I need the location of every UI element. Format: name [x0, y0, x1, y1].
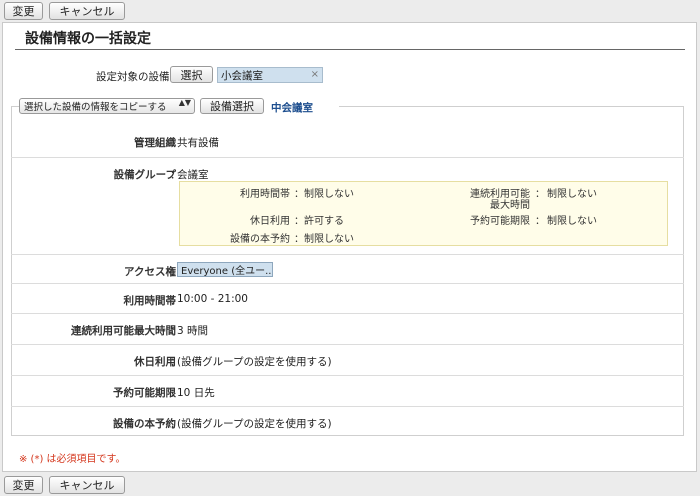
selected-facility-name: 小会議室	[221, 69, 263, 82]
gd-max-sep: ：	[535, 189, 545, 200]
gd-period-sep: ：	[535, 216, 545, 227]
change-button-top[interactable]: 変更	[4, 2, 43, 20]
gd-holiday-value: 許可する	[304, 216, 344, 227]
gd-max-value: 制限しない	[547, 189, 597, 200]
hours-label: 利用時間帯	[123, 295, 177, 307]
maxtime-row: 連続利用可能最大時間 ： 3 時間	[11, 314, 684, 345]
title-divider	[15, 49, 685, 50]
required-note: ※ (*) は必須項目です。	[19, 454, 126, 465]
tentative-label: 設備の本予約	[113, 418, 176, 430]
selected-facility-chip: 小会議室 ×	[217, 67, 323, 83]
cancel-button-top[interactable]: キャンセル	[49, 2, 125, 20]
holiday-value: (設備グループの設定を使用する)	[177, 356, 332, 368]
group-value: 会議室	[177, 169, 209, 181]
gd-tentative-label: 設備の本予約	[230, 234, 290, 245]
gd-hours-sep: ：	[294, 189, 304, 200]
gd-hours-value: 制限しない	[304, 189, 354, 200]
org-value: 共有設備	[177, 137, 219, 149]
hours-row: 利用時間帯 ： 10:00 - 21:00	[11, 284, 684, 314]
gd-max-label-2: 最大時間	[490, 200, 530, 211]
main-panel: 設備情報の一括設定 設定対象の設備(*) ： 選択 小会議室 × 選択した設備の…	[2, 22, 697, 472]
gd-tentative-value: 制限しない	[304, 234, 354, 245]
access-row: アクセス権 ：	[11, 255, 684, 284]
gd-period-value: 制限しない	[547, 216, 597, 227]
maxtime-label: 連続利用可能最大時間	[71, 325, 176, 337]
select-facility-button[interactable]: 選択	[170, 66, 213, 83]
gd-period-label: 予約可能期限	[470, 216, 530, 227]
remove-chip-icon[interactable]: ×	[311, 69, 319, 80]
facility-select-button[interactable]: 設備選択	[200, 98, 264, 114]
copy-mode-value: 選択した設備の情報をコピーする	[24, 102, 167, 113]
copied-facility-name: 中会議室	[271, 102, 313, 114]
gd-holiday-label: 休日利用	[250, 216, 290, 227]
group-detail-box: 利用時間帯 ： 制限しない 連続利用可能 最大時間 ： 制限しない 休日利用 ：…	[179, 181, 668, 246]
access-label: アクセス権	[124, 266, 176, 278]
period-label: 予約可能期限	[113, 387, 176, 399]
period-value: 10 日先	[177, 387, 215, 399]
cancel-button-bottom[interactable]: キャンセル	[49, 476, 125, 494]
page-title: 設備情報の一括設定	[25, 31, 151, 47]
gd-holiday-sep: ：	[294, 216, 304, 227]
select-arrows-icon: ▲▼	[178, 98, 191, 107]
access-chip[interactable]: Everyone (全ユー...	[177, 262, 273, 277]
top-button-bar: 変更 キャンセル	[0, 0, 700, 22]
maxtime-value: 3 時間	[177, 325, 209, 337]
tentative-row: 設備の本予約 ： (設備グループの設定を使用する)	[11, 407, 684, 436]
bottom-button-bar: 変更 キャンセル	[0, 474, 700, 496]
org-row: 管理組織 ： 共有設備	[11, 121, 684, 158]
copy-header: 選択した設備の情報をコピーする ▲▼ 設備選択 中会議室	[19, 96, 339, 116]
change-button-bottom[interactable]: 変更	[4, 476, 43, 494]
group-label: 設備グループ	[113, 169, 176, 181]
target-facility-row: 設定対象の設備(*) ： 選択 小会議室 ×	[3, 66, 698, 84]
gd-hours-label: 利用時間帯	[240, 189, 290, 200]
tentative-value: (設備グループの設定を使用する)	[177, 418, 332, 430]
hours-value: 10:00 - 21:00	[177, 293, 248, 305]
gd-tentative-sep: ：	[294, 234, 304, 245]
period-row: 予約可能期限 ： 10 日先	[11, 376, 684, 407]
holiday-row: 休日利用 ： (設備グループの設定を使用する)	[11, 345, 684, 376]
copy-mode-select[interactable]: 選択した設備の情報をコピーする ▲▼	[19, 98, 195, 114]
